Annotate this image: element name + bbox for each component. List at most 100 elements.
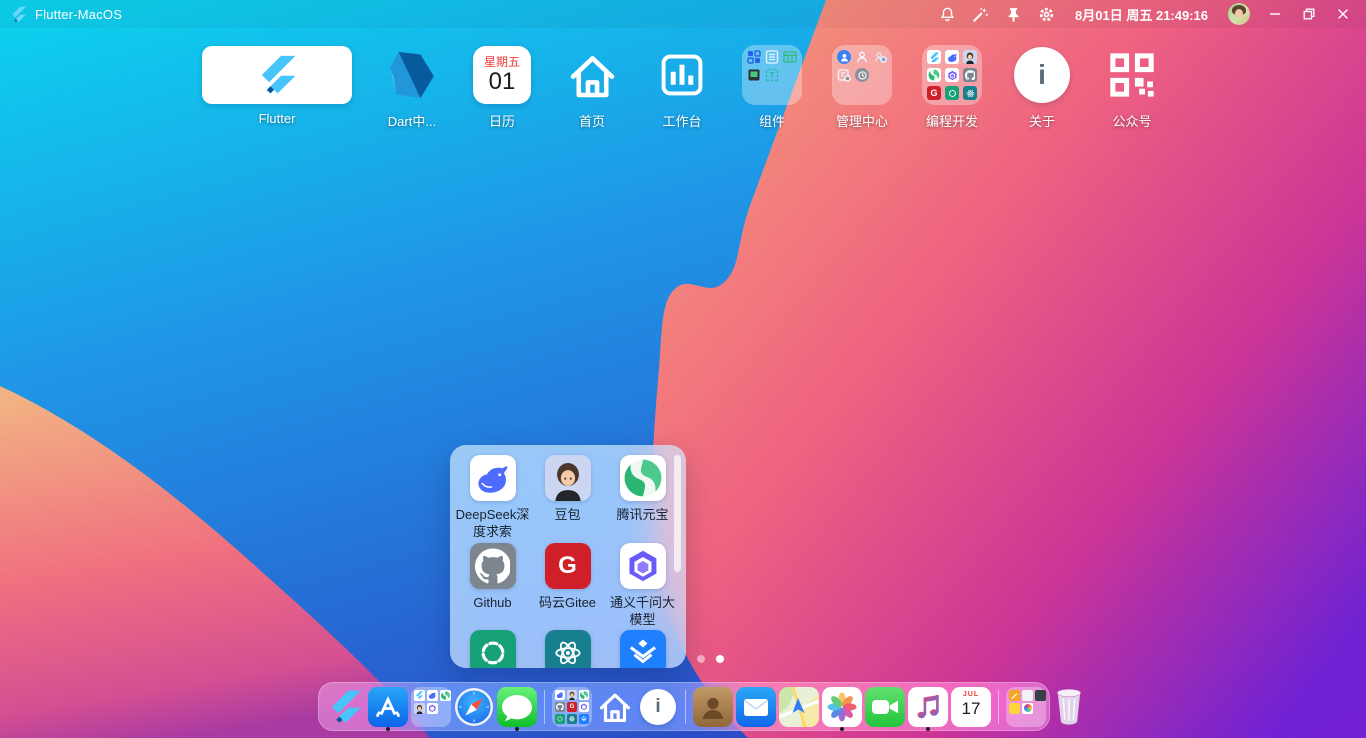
dock-item-music[interactable] <box>908 687 948 727</box>
info-icon: i <box>640 689 676 725</box>
yuanbao-mini-icon <box>927 68 941 82</box>
popup-app-atom[interactable] <box>530 630 605 668</box>
gitee-mini-icon: G <box>927 86 941 100</box>
popup-scrollbar[interactable] <box>674 455 681 572</box>
popup-app-deepseek[interactable]: DeepSeek深度求索 <box>455 455 530 540</box>
person-outline-icon <box>855 50 869 64</box>
app-label: 码云Gitee <box>539 594 596 611</box>
gear-icon[interactable] <box>1038 6 1055 23</box>
popup-app-tongyi[interactable]: 通义千问大模型 <box>605 543 680 628</box>
desktop-icon-flutter[interactable]: Flutter <box>202 46 352 126</box>
page-dot-2[interactable] <box>716 655 724 663</box>
magic-wand-icon[interactable] <box>972 6 989 23</box>
deepseek-mini-icon <box>945 50 959 64</box>
icon-label: 首页 <box>579 111 605 130</box>
desktop-icon-row: Flutter Dart中... 星期五 01 日历 首页 工作台 <box>202 46 1162 130</box>
dock-item-folder-ai[interactable] <box>411 687 451 727</box>
flutter-logo-icon <box>10 6 27 23</box>
user-avatar[interactable] <box>1228 3 1250 25</box>
close-button[interactable] <box>1334 5 1352 23</box>
dock-item-folder-utilities[interactable] <box>1006 687 1046 727</box>
dock-item-app-store[interactable] <box>368 687 408 727</box>
dock-item-maps[interactable] <box>779 687 819 727</box>
desktop-icon-home[interactable]: 首页 <box>562 46 622 130</box>
desktop-icon-about[interactable]: i 关于 <box>1012 46 1072 130</box>
dock: G i <box>318 682 1050 731</box>
icon-label: 工作台 <box>662 111 701 130</box>
dock-separator <box>998 690 999 724</box>
dev-folder-icon: G <box>552 687 592 727</box>
list-icon <box>765 50 779 64</box>
icon-label: 公众号 <box>1112 111 1151 130</box>
safari-icon <box>454 687 494 727</box>
book-icon <box>747 68 761 82</box>
doubao-icon <box>545 455 591 501</box>
gitee-icon: G <box>545 543 591 589</box>
desktop-icon-folder-components[interactable]: 组件 <box>742 46 802 130</box>
desktop-icon-folder-dev[interactable]: G 编程开发 <box>922 46 982 130</box>
page-dot-1[interactable] <box>697 655 705 663</box>
tongyi-qianwen-icon <box>620 543 666 589</box>
icon-label: Flutter <box>259 111 296 126</box>
dock-item-photos[interactable] <box>822 687 862 727</box>
desktop-icon-dart[interactable]: Dart中... <box>382 46 442 130</box>
dock-item-folder-dev[interactable]: G <box>552 687 592 727</box>
pin-icon[interactable] <box>1005 6 1022 23</box>
desktop-icon-folder-admin[interactable]: 管理中心 <box>832 46 892 130</box>
dock-item-safari[interactable] <box>454 687 494 727</box>
app-title: Flutter-MacOS <box>35 7 122 22</box>
popup-app-yuanbao[interactable]: 腾讯元宝 <box>605 455 680 540</box>
icon-label: 组件 <box>759 111 785 130</box>
popup-app-juejin[interactable] <box>605 630 680 668</box>
restore-button[interactable] <box>1300 5 1318 23</box>
calendar-icon: JUL 17 <box>951 687 991 727</box>
desktop-icon-calendar[interactable]: 星期五 01 日历 <box>472 46 532 130</box>
tongyi-mini-icon <box>945 68 959 82</box>
dock-item-about[interactable]: i <box>638 687 678 727</box>
flutter-mini-icon <box>927 50 941 64</box>
icon-label: 编程开发 <box>926 111 978 130</box>
github-icon <box>470 543 516 589</box>
popup-app-gitee[interactable]: G 码云Gitee <box>530 543 605 628</box>
chatgpt-icon <box>470 630 516 668</box>
utilities-folder-icon <box>1006 687 1046 727</box>
dock-item-messages[interactable] <box>497 687 537 727</box>
dev-folder-tile: G <box>922 45 982 105</box>
popup-app-github[interactable]: Github <box>455 543 530 628</box>
dock-item-trash[interactable] <box>1049 687 1089 727</box>
ai-folder-icon <box>411 687 451 727</box>
mail-icon <box>736 687 776 727</box>
page-dots <box>697 655 724 663</box>
popup-app-doubao[interactable]: 豆包 <box>530 455 605 540</box>
bell-icon[interactable] <box>939 6 956 23</box>
dock-item-mail[interactable] <box>736 687 776 727</box>
dock-item-contacts[interactable] <box>693 687 733 727</box>
desktop-icon-workbench[interactable]: 工作台 <box>652 46 712 130</box>
minimize-button[interactable] <box>1266 5 1284 23</box>
calendar-day: 01 <box>489 69 516 95</box>
dock-item-calendar[interactable]: JUL 17 <box>951 687 991 727</box>
info-icon: i <box>1014 47 1070 103</box>
dock-item-home[interactable] <box>595 687 635 727</box>
dock-item-facetime[interactable] <box>865 687 905 727</box>
dock-item-flutter[interactable] <box>325 687 365 727</box>
github-mini-icon <box>963 68 977 82</box>
deepseek-icon <box>470 455 516 501</box>
dock-separator <box>685 690 686 724</box>
popup-app-chatgpt[interactable] <box>455 630 530 668</box>
home-icon <box>596 688 634 726</box>
messages-icon <box>497 687 537 727</box>
photos-icon <box>822 687 862 727</box>
app-label: Github <box>473 594 511 611</box>
grid-dots-icon <box>747 50 761 64</box>
titlebar: Flutter-MacOS 8月01日 周五 21:49:16 <box>0 0 1366 28</box>
doubao-mini-icon <box>963 50 977 64</box>
atom-mini-icon <box>963 86 977 100</box>
app-label: 腾讯元宝 <box>616 506 668 523</box>
app-label: 通义千问大模型 <box>605 594 680 628</box>
trash-icon <box>1054 688 1084 726</box>
home-icon <box>565 46 620 104</box>
icon-label: 日历 <box>489 111 515 130</box>
atom-icon <box>545 630 591 668</box>
desktop-icon-qrcode[interactable]: 公众号 <box>1102 46 1162 130</box>
